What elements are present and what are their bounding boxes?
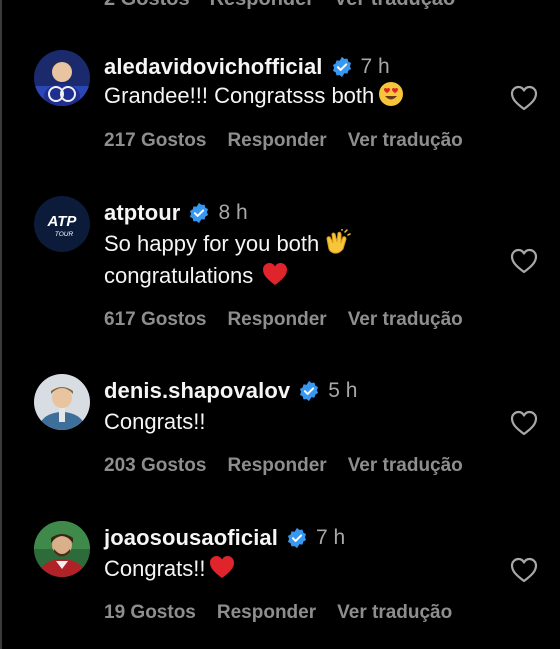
like-heart-icon[interactable]	[510, 410, 538, 436]
comment-text: Congrats!!	[104, 553, 236, 589]
translate-link[interactable]: Ver tradução	[337, 602, 452, 624]
verified-badge-icon	[188, 202, 210, 224]
verified-badge-icon	[331, 56, 353, 78]
avatar[interactable]: ATP TOUR	[34, 196, 90, 252]
likes-count[interactable]: 203 Gostos	[104, 455, 206, 477]
comment-body: Congrats!!	[104, 409, 206, 434]
verified-badge-icon	[286, 527, 308, 549]
reply-link[interactable]: Responder	[210, 0, 314, 10]
like-heart-icon[interactable]	[510, 557, 538, 583]
timestamp: 7 h	[360, 55, 390, 78]
comment-text: Congrats!!	[104, 406, 206, 438]
username[interactable]: joaosousaoficial	[104, 525, 278, 551]
likes-count[interactable]: 217 Gostos	[104, 130, 206, 152]
reply-link[interactable]: Responder	[227, 130, 326, 152]
reply-link[interactable]: Responder	[227, 455, 326, 477]
comment-text: So happy for you both	[104, 228, 352, 264]
reply-link[interactable]: Responder	[217, 602, 316, 624]
likes-count[interactable]: 19 Gostos	[104, 602, 196, 624]
avatar[interactable]	[34, 521, 90, 577]
translate-link[interactable]: Ver tradução	[348, 309, 463, 331]
avatar[interactable]	[34, 374, 90, 430]
likes-count[interactable]: 2 Gostos	[104, 0, 190, 10]
clapping-hands-emoji-icon	[323, 228, 352, 264]
previous-comment-actions: 2 Gostos Responder Ver tradução	[104, 0, 455, 10]
translate-link[interactable]: Ver tradução	[334, 0, 455, 10]
timestamp: 8 h	[218, 201, 248, 224]
likes-count[interactable]: 617 Gostos	[104, 309, 206, 331]
red-heart-emoji-icon	[208, 554, 236, 589]
like-heart-icon[interactable]	[510, 248, 538, 274]
comment-body: Congrats!!	[104, 556, 206, 581]
like-heart-icon[interactable]	[510, 85, 538, 111]
reply-link[interactable]: Responder	[227, 309, 326, 331]
window-edge	[0, 0, 2, 649]
username[interactable]: aledavidovichofficial	[104, 54, 323, 80]
timestamp: 7 h	[315, 526, 346, 549]
translate-link[interactable]: Ver tradução	[348, 130, 463, 152]
verified-badge-icon	[298, 380, 320, 402]
comment-text: congratulations	[104, 260, 289, 296]
translate-link[interactable]: Ver tradução	[348, 455, 463, 477]
atp-logo-text: ATP	[47, 213, 78, 230]
heart-eyes-emoji-icon	[378, 81, 404, 116]
comment-body-line-2: congratulations	[104, 263, 254, 288]
comment-body-line-1: So happy for you both	[104, 231, 320, 256]
avatar[interactable]	[34, 50, 90, 106]
username[interactable]: denis.shapovalov	[104, 378, 290, 404]
atp-logo-subtext: TOUR	[55, 231, 74, 238]
comment-text: Grandee!!! Congratsss both	[104, 80, 404, 116]
timestamp: 5 h	[328, 379, 358, 402]
red-heart-emoji-icon	[261, 261, 289, 296]
username[interactable]: atptour	[104, 200, 180, 226]
comment-body: Grandee!!! Congratsss both	[104, 83, 375, 108]
